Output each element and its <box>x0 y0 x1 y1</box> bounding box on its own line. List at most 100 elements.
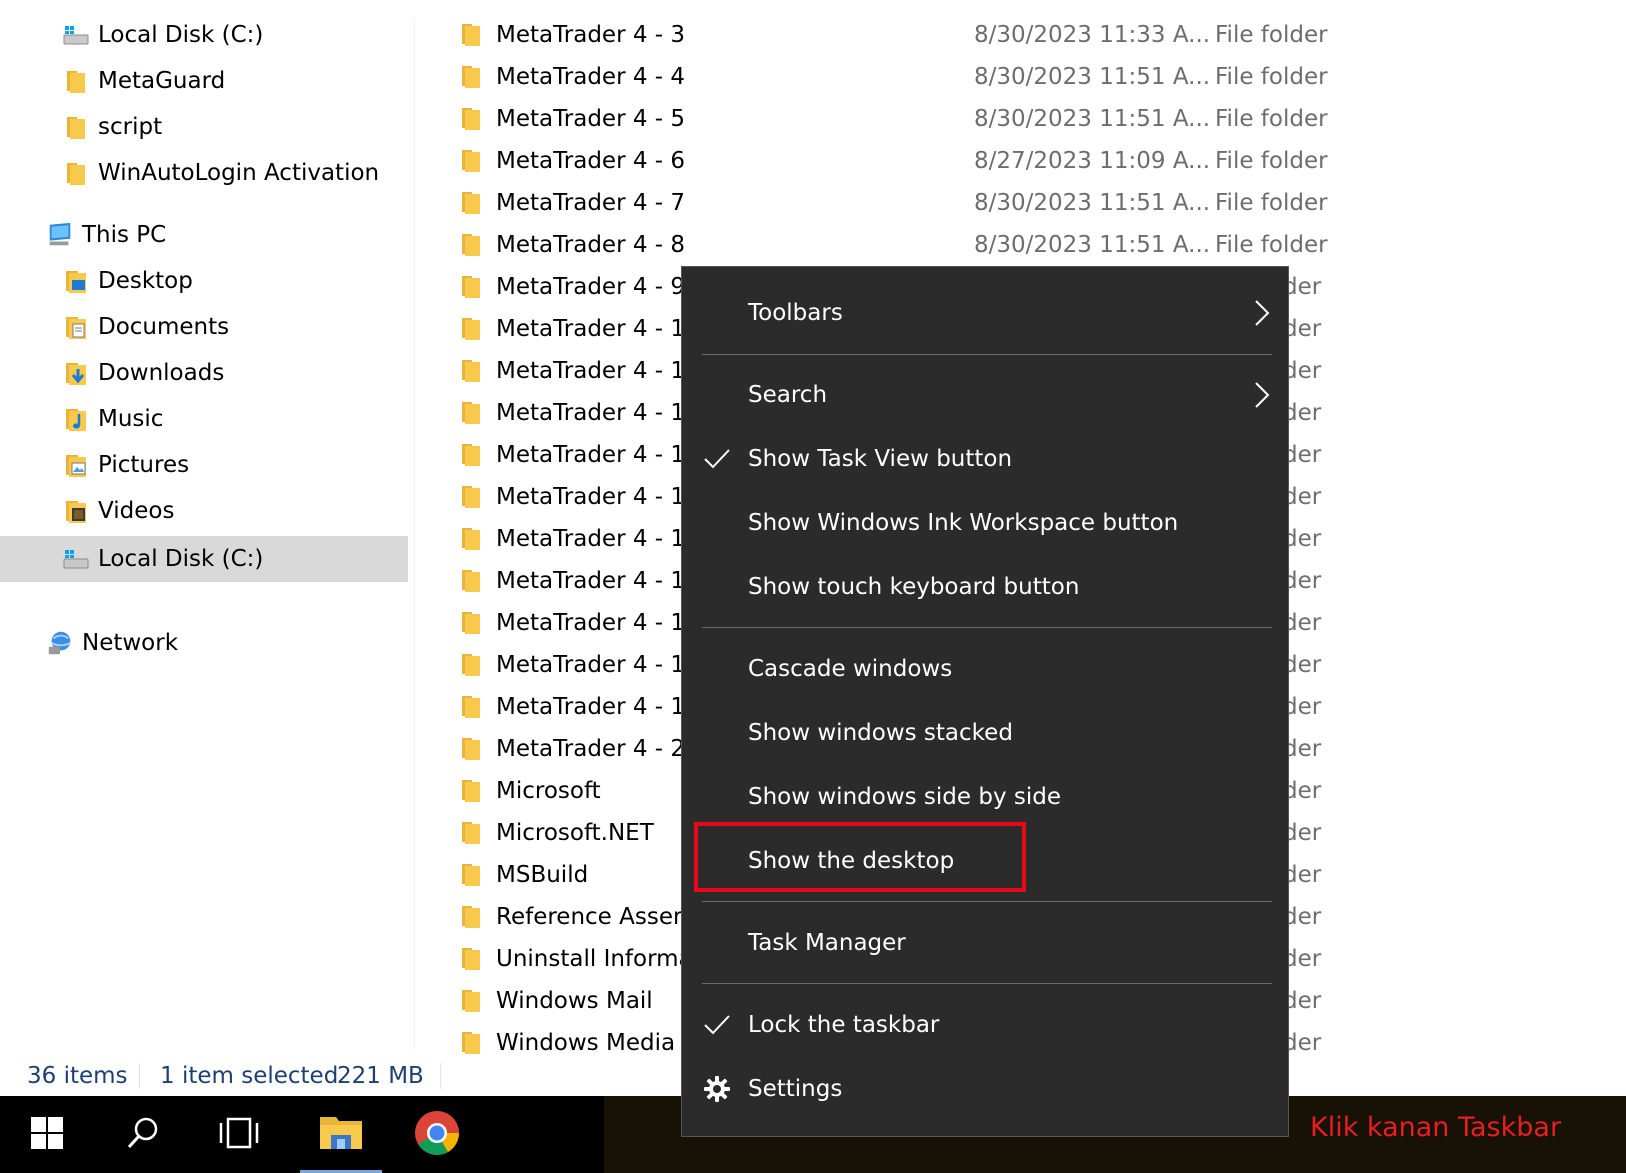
nav-item-network[interactable]: Network <box>46 620 178 666</box>
menu-separator <box>702 983 1272 984</box>
nav-item-desktop[interactable]: Desktop <box>62 258 193 304</box>
file-row[interactable]: MetaTrader 4 - 3 8/30/2023 11:33 A... File… <box>440 14 1626 56</box>
highlight-box <box>694 822 1026 892</box>
folder-icon <box>460 442 482 468</box>
navigation-pane: Local Disk (C:) MetaGuard script WinAuto… <box>0 0 412 1050</box>
file-name: MetaTrader 4 - 19 <box>496 694 700 720</box>
menu-item-label: Toolbars <box>748 300 843 326</box>
folder-icon <box>460 190 482 216</box>
folder-icon <box>460 232 482 258</box>
file-name: MetaTrader 4 - 11 <box>496 358 700 384</box>
file-date-modified: 8/30/2023 11:51 A... <box>974 232 1211 258</box>
folder-icon <box>460 316 482 342</box>
file-type: File folder <box>1215 64 1328 90</box>
file-type: File folder <box>1215 190 1328 216</box>
file-name: MetaTrader 4 - 14 <box>496 484 700 510</box>
folder-icon <box>460 274 482 300</box>
nav-item-script[interactable]: script <box>62 104 162 150</box>
file-name: MetaTrader 4 - 7 <box>496 190 686 216</box>
nav-item-label: Documents <box>98 314 230 340</box>
task-view-icon <box>218 1116 260 1154</box>
nav-item-music[interactable]: Music <box>62 396 163 442</box>
chrome-icon <box>414 1110 460 1160</box>
menu-item-settings[interactable]: Settings <box>682 1065 1288 1113</box>
menu-item-label: Show touch keyboard button <box>748 574 1080 600</box>
nav-item-label: Desktop <box>98 268 193 294</box>
status-size: 221 MB <box>337 1063 424 1089</box>
folder-icon <box>460 1030 482 1056</box>
file-row[interactable]: MetaTrader 4 - 4 8/30/2023 11:51 A... File… <box>440 56 1626 98</box>
menu-item-cascade-windows[interactable]: Cascade windows <box>682 645 1288 693</box>
folder-icon <box>460 358 482 384</box>
nav-item-local-disk-top[interactable]: Local Disk (C:) <box>62 12 263 58</box>
menu-item-toolbars[interactable]: Toolbars <box>682 289 1288 337</box>
file-explorer-taskbar-button[interactable] <box>298 1096 384 1173</box>
taskbar-context-menu: Toolbars Search Show Task View button Sh… <box>681 266 1289 1137</box>
nav-item-this-pc[interactable]: This PC <box>46 212 166 258</box>
folder-icon <box>460 64 482 90</box>
status-selection: 1 item selected <box>160 1063 339 1089</box>
folder-icon <box>460 484 482 510</box>
chevron-right-icon <box>1252 298 1272 328</box>
checkmark-icon <box>702 444 732 474</box>
file-type: File folder <box>1215 232 1328 258</box>
file-row[interactable]: MetaTrader 4 - 6 8/27/2023 11:09 A... File… <box>440 140 1626 182</box>
videos-folder-icon <box>62 497 90 525</box>
windows-logo-icon <box>30 1116 64 1154</box>
nav-item-label: Local Disk (C:) <box>98 546 264 572</box>
menu-item-label: Cascade windows <box>748 656 953 682</box>
file-row[interactable]: MetaTrader 4 - 8 8/30/2023 11:51 A... File… <box>440 224 1626 266</box>
folder-icon <box>460 526 482 552</box>
nav-item-winautologin[interactable]: WinAutoLogin Activation <box>62 150 379 196</box>
gear-icon <box>702 1074 732 1104</box>
nav-item-metaguard[interactable]: MetaGuard <box>62 58 225 104</box>
menu-item-lock-taskbar[interactable]: Lock the taskbar <box>682 1001 1288 1049</box>
folder-icon <box>460 778 482 804</box>
folder-icon <box>62 113 90 141</box>
menu-item-task-manager[interactable]: Task Manager <box>682 919 1288 967</box>
menu-item-search[interactable]: Search <box>682 371 1288 419</box>
file-name: MetaTrader 4 - 9 <box>496 274 686 300</box>
chrome-taskbar-button[interactable] <box>394 1096 480 1173</box>
desktop-folder-icon <box>62 267 90 295</box>
nav-item-label: Music <box>98 406 164 432</box>
file-name: MetaTrader 4 - 13 <box>496 442 700 468</box>
nav-item-documents[interactable]: Documents <box>62 304 229 350</box>
nav-item-label: This PC <box>82 222 167 248</box>
file-row[interactable]: MetaTrader 4 - 7 8/30/2023 11:51 A... File… <box>440 182 1626 224</box>
nav-item-label: Local Disk (C:) <box>98 22 264 48</box>
search-button[interactable] <box>100 1096 186 1173</box>
menu-item-show-touch-keyboard[interactable]: Show touch keyboard button <box>682 563 1288 611</box>
nav-item-downloads[interactable]: Downloads <box>62 350 224 396</box>
menu-item-label: Search <box>748 382 828 408</box>
file-name: Microsoft <box>496 778 601 804</box>
folder-icon <box>460 568 482 594</box>
folder-icon <box>460 400 482 426</box>
menu-item-show-ink-workspace[interactable]: Show Windows Ink Workspace button <box>682 499 1288 547</box>
nav-item-pictures[interactable]: Pictures <box>62 442 189 488</box>
menu-item-windows-side-by-side[interactable]: Show windows side by side <box>682 773 1288 821</box>
menu-item-show-task-view[interactable]: Show Task View button <box>682 435 1288 483</box>
nav-item-local-disk-selected[interactable]: Local Disk (C:) <box>0 536 408 582</box>
menu-item-windows-stacked[interactable]: Show windows stacked <box>682 709 1288 757</box>
pane-divider <box>414 20 415 1050</box>
file-name: MetaTrader 4 - 4 <box>496 64 686 90</box>
folder-icon <box>460 610 482 636</box>
menu-item-label: Settings <box>748 1076 843 1102</box>
nav-item-label: Videos <box>98 498 175 524</box>
status-separator <box>440 1063 441 1089</box>
nav-item-videos[interactable]: Videos <box>62 488 174 534</box>
task-view-button[interactable] <box>196 1096 282 1173</box>
music-folder-icon <box>62 405 90 433</box>
chevron-right-icon <box>1252 380 1272 410</box>
file-name: Uninstall Informat <box>496 946 702 972</box>
start-button[interactable] <box>4 1096 90 1173</box>
folder-icon <box>460 988 482 1014</box>
folder-icon <box>460 652 482 678</box>
file-row[interactable]: MetaTrader 4 - 5 8/30/2023 11:51 A... File… <box>440 98 1626 140</box>
file-name: MetaTrader 4 - 5 <box>496 106 686 132</box>
folder-icon <box>62 159 90 187</box>
menu-item-label: Task Manager <box>748 930 906 956</box>
folder-icon <box>460 904 482 930</box>
this-pc-icon <box>46 221 74 249</box>
